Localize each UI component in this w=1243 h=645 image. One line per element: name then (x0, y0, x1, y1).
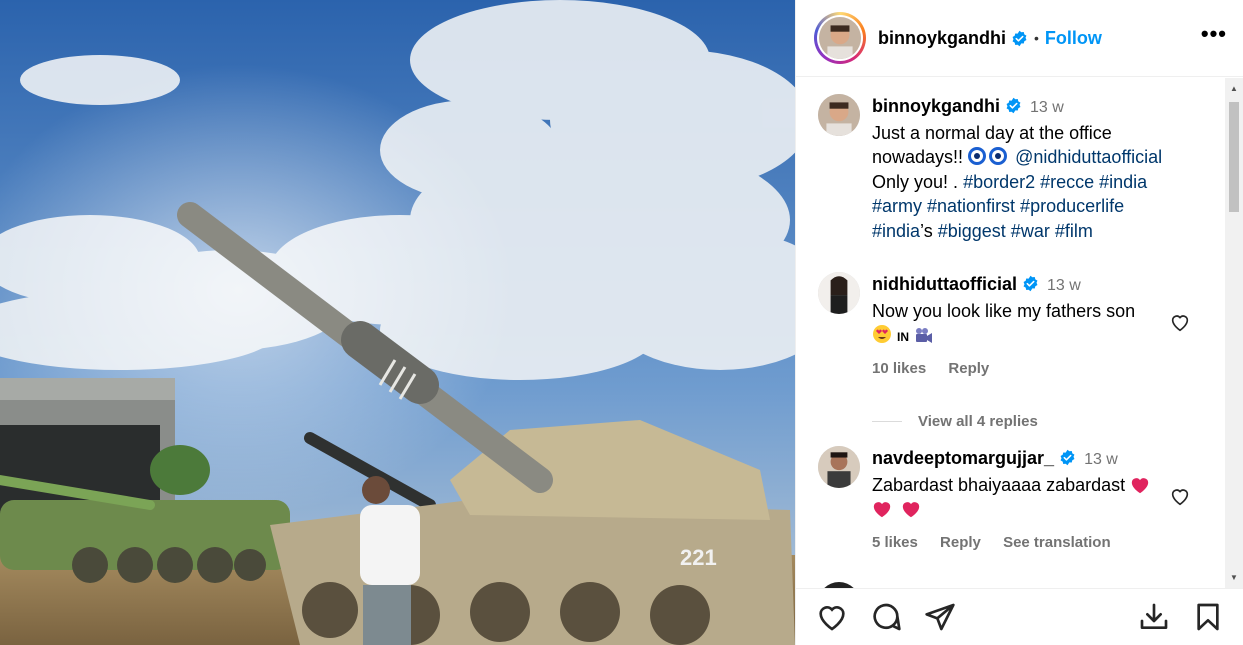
scroll-down-arrow-icon[interactable]: ▼ (1225, 569, 1243, 586)
caption: binnoykgandhi 13 w Just a normal day at t… (818, 94, 1208, 243)
comment-item: navdeeptomargujjar_ 13 w Zabardast bhaiya… (818, 446, 1208, 522)
scroll-up-arrow-icon[interactable]: ▲ (1225, 80, 1243, 97)
post-side-panel: binnoykgandhi • Follow ••• binnoykgandhi… (795, 0, 1243, 645)
caption-avatar[interactable] (818, 94, 860, 136)
verified-badge-icon (1023, 275, 1038, 292)
heart-icon[interactable] (816, 601, 848, 633)
verified-badge-icon (1006, 97, 1021, 114)
caption-text-2: Only you! . (872, 171, 959, 192)
mention-link[interactable]: @nidhiduttaofficial (1015, 147, 1162, 167)
comments-list[interactable]: binnoykgandhi 13 w Just a normal day at t… (796, 78, 1221, 588)
commenter-avatar[interactable] (818, 272, 860, 314)
heart-eyes-emoji-icon (873, 325, 891, 343)
hashtag-india[interactable]: #india (872, 221, 920, 241)
header-separator: • (1034, 30, 1039, 46)
reply-button[interactable]: Reply (940, 534, 981, 551)
author-avatar[interactable] (814, 12, 866, 64)
follow-button[interactable]: Follow (1045, 28, 1102, 49)
nazar-amulet-icon (968, 147, 987, 165)
more-options-button[interactable]: ••• (1201, 23, 1227, 53)
caption-possessive: ’s (920, 220, 933, 241)
comment-text: Now you look like my fathers son (872, 300, 1136, 321)
comment-icon[interactable] (870, 601, 902, 633)
tank-scene-image: 221 (0, 0, 795, 645)
author-username[interactable]: binnoykgandhi (878, 28, 1006, 49)
comment-text: Zabardast bhaiyaaaa zabardast (872, 474, 1126, 495)
comment-likes-count[interactable]: 10 likes (872, 360, 926, 377)
red-heart-emoji-icon (902, 502, 920, 518)
share-icon[interactable] (924, 601, 956, 633)
post-header: binnoykgandhi • Follow ••• (796, 0, 1243, 77)
view-replies-button[interactable]: View all 4 replies (872, 413, 1038, 430)
commenter-avatar[interactable] (818, 446, 860, 488)
comment-text-tail: IN (897, 330, 910, 344)
hashtags-line-2[interactable]: #army #nationfirst #producerlife (872, 196, 1124, 216)
post-photo[interactable]: 221 (0, 0, 795, 645)
download-icon[interactable] (1138, 601, 1170, 633)
reply-button[interactable]: Reply (948, 360, 989, 377)
hashtags-line-3[interactable]: #biggest #war #film (938, 221, 1093, 241)
scrollbar-thumb[interactable] (1229, 102, 1239, 212)
comments-scrollbar[interactable]: ▲ ▼ (1225, 78, 1243, 588)
bookmark-icon[interactable] (1192, 601, 1224, 633)
comment-time: 13 w (1084, 451, 1118, 468)
nazar-amulet-icon (989, 147, 1008, 165)
post-actions-bar (796, 588, 1243, 645)
commenter-username[interactable]: nidhiduttaofficial (872, 274, 1017, 294)
view-replies-label[interactable]: View all 4 replies (918, 413, 1038, 430)
comment-item: nidhiduttaofficial 13 w Now you look like… (818, 272, 1208, 350)
hashtags-line-1[interactable]: #border2 #recce #india (963, 172, 1147, 192)
movie-camera-emoji-icon (916, 328, 933, 343)
red-heart-emoji-icon (873, 502, 891, 518)
comment-meta: 5 likes Reply See translation (872, 534, 1129, 551)
like-comment-heart-icon[interactable] (1169, 311, 1191, 333)
see-translation-button[interactable]: See translation (1003, 534, 1111, 551)
svg-text:221: 221 (680, 545, 717, 570)
replies-divider (872, 421, 902, 422)
caption-username[interactable]: binnoykgandhi (872, 96, 1000, 116)
caption-time: 13 w (1030, 99, 1064, 116)
comment-meta: 10 likes Reply (872, 360, 1007, 377)
red-heart-emoji-icon (1132, 477, 1149, 493)
verified-badge-icon (1012, 30, 1027, 46)
comment-time: 13 w (1046, 277, 1081, 294)
like-comment-heart-icon[interactable] (1169, 485, 1191, 507)
verified-badge-icon (1060, 449, 1075, 466)
comment-likes-count[interactable]: 5 likes (872, 534, 918, 551)
commenter-username[interactable]: navdeeptomargujjar_ (872, 448, 1054, 468)
